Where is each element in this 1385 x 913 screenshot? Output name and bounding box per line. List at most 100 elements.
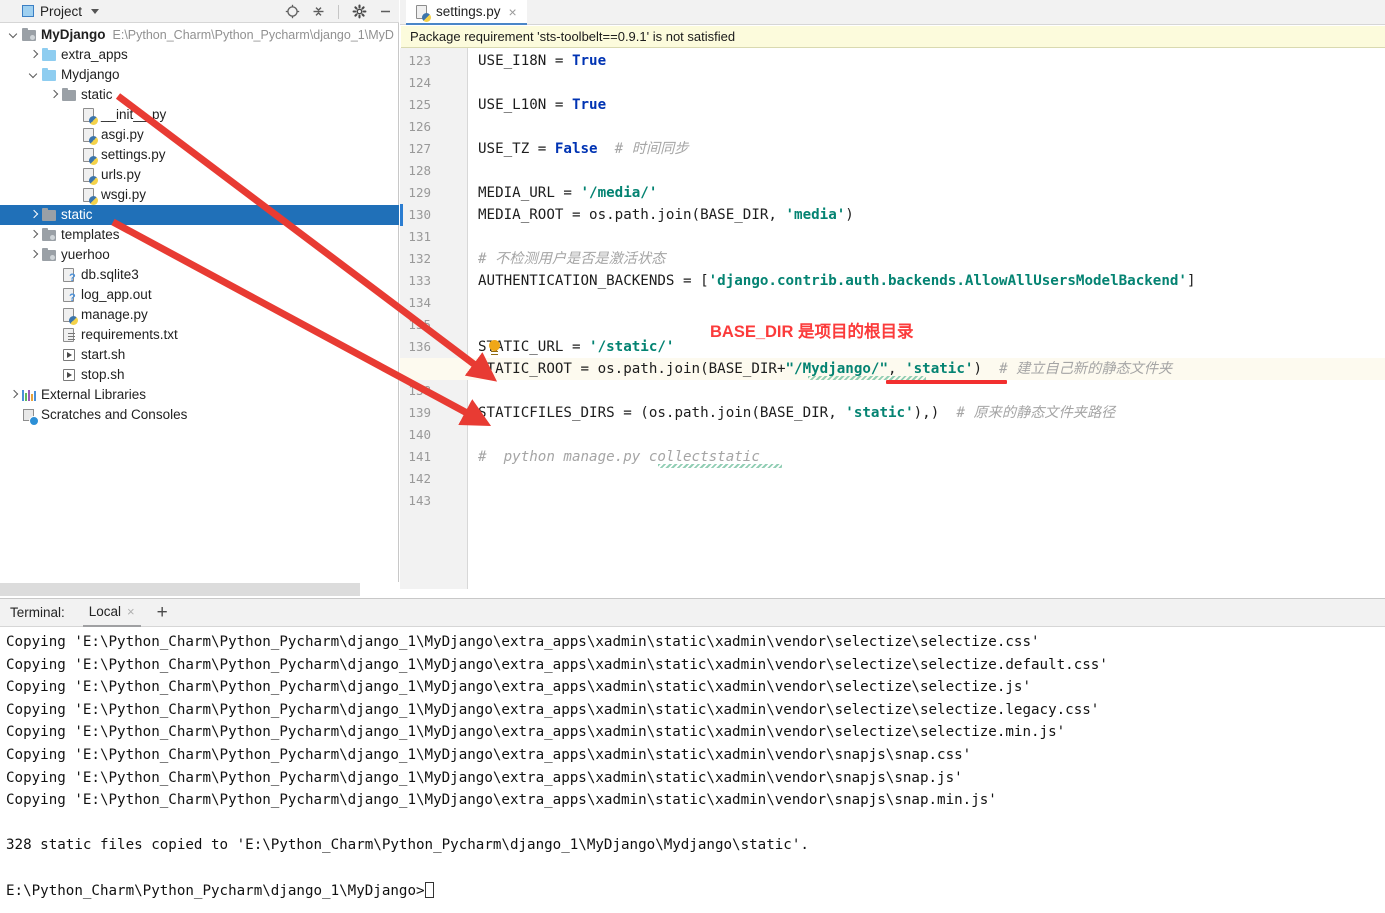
tree-item-init-py[interactable]: __init__.py — [0, 105, 399, 125]
code-line-131[interactable] — [478, 226, 1385, 248]
code-token: 时间同步 — [631, 141, 689, 157]
scrollbar-thumb[interactable] — [0, 583, 360, 596]
line-number: 128 — [408, 163, 431, 178]
tree-item-stop-sh[interactable]: stop.sh — [0, 365, 399, 385]
tree-item-start-sh[interactable]: start.sh — [0, 345, 399, 365]
close-icon[interactable]: × — [507, 5, 519, 19]
code-token: ] — [1186, 273, 1196, 289]
project-tree[interactable]: MyDjango E:\Python_Charm\Python_Pycharm\d… — [0, 23, 399, 581]
code-token: , — [888, 361, 906, 377]
tree-item-label: log_app.out — [81, 287, 152, 302]
code-token: MEDIA_URL = — [478, 185, 581, 201]
terminal-line: Copying 'E:\Python_Charm\Python_Pycharm\… — [6, 656, 1108, 673]
chevron-right-icon[interactable] — [8, 389, 21, 402]
chevron-right-icon[interactable] — [28, 49, 41, 62]
code-line-125[interactable]: USE_L10N = True — [478, 94, 1385, 116]
code-line-127[interactable]: USE_TZ = False # 时间同步 — [478, 138, 1385, 160]
terminal-output[interactable]: Copying 'E:\Python_Charm\Python_Pycharm\… — [0, 628, 1385, 913]
project-title-button[interactable]: Project — [0, 4, 100, 19]
code-folding-strip[interactable] — [468, 48, 478, 589]
terminal-tab-local[interactable]: Local × — [82, 599, 141, 627]
tree-item-log-app-out[interactable]: log_app.out — [0, 285, 399, 305]
tree-item-external-libraries[interactable]: External Libraries — [0, 385, 399, 405]
annotation-base-dir-note: BASE_DIR 是项目的根目录 — [710, 323, 914, 341]
code-line-128[interactable] — [478, 160, 1385, 182]
code-token: ) — [845, 207, 854, 223]
tree-item-db-sqlite3[interactable]: db.sqlite3 — [0, 265, 399, 285]
terminal-prompt-line[interactable]: E:\Python_Charm\Python_Pycharm\django_1\… — [6, 880, 1385, 903]
add-terminal-icon[interactable]: + — [157, 603, 168, 622]
line-number: 132 — [408, 251, 431, 266]
tab-label: settings.py — [436, 4, 501, 19]
terminal-line: Copying 'E:\Python_Charm\Python_Pycharm\… — [6, 769, 963, 786]
code-line-123[interactable]: USE_I18N = True — [478, 50, 1385, 72]
line-number: 127 — [408, 141, 431, 156]
code-line-142[interactable] — [478, 468, 1385, 490]
line-number: 126 — [408, 119, 431, 134]
chevron-down-icon[interactable] — [28, 69, 41, 82]
chevron-right-icon[interactable] — [48, 89, 61, 102]
minimize-icon[interactable] — [377, 4, 393, 20]
code-token: STATIC_ROOT = os.path.join(BASE_DIR+ — [478, 361, 786, 377]
code-line-124[interactable] — [478, 72, 1385, 94]
line-number: 125 — [408, 97, 431, 112]
tree-item-mydjango[interactable]: Mydjango — [0, 65, 399, 85]
tree-item-extra-apps[interactable]: extra_apps — [0, 45, 399, 65]
chevron-right-icon[interactable] — [28, 209, 41, 222]
project-horizontal-scrollbar[interactable] — [0, 582, 399, 597]
code-token: USE_I18N = — [478, 53, 572, 69]
tree-item-requirements-txt[interactable]: requirements.txt — [0, 325, 399, 345]
code-editor[interactable]: 123 124 125 126 127 128 129 130 131 132 133 134 135 1… — [400, 48, 1385, 597]
locate-target-icon[interactable] — [284, 4, 300, 20]
tree-item-asgi-py[interactable]: asgi.py — [0, 125, 399, 145]
code-line-133[interactable]: AUTHENTICATION_BACKENDS = ['django.contr… — [478, 270, 1385, 292]
code-line-130[interactable]: MEDIA_ROOT = os.path.join(BASE_DIR, 'med… — [478, 204, 1385, 226]
code-line-141[interactable]: # python manage.py collectstatic — [478, 446, 1385, 468]
folder-source-icon — [41, 247, 57, 263]
code-line-143[interactable] — [478, 490, 1385, 512]
terminal-line: Copying 'E:\Python_Charm\Python_Pycharm\… — [6, 634, 1040, 650]
code-line-136[interactable]: STATIC_URL = '/static/' — [478, 336, 1385, 358]
code-token: # — [999, 361, 1017, 377]
code-token: USE_L10N = — [478, 97, 572, 113]
tree-item-label: db.sqlite3 — [81, 267, 139, 282]
python-file-icon — [414, 4, 431, 22]
tree-item-label: settings.py — [101, 147, 166, 162]
code-line-139[interactable]: STATICFILES_DIRS = (os.path.join(BASE_DI… — [478, 402, 1385, 424]
collapse-all-icon[interactable] — [310, 4, 326, 20]
chevron-right-icon[interactable] — [28, 229, 41, 242]
chevron-down-icon[interactable] — [8, 29, 21, 42]
intention-bulb-icon[interactable] — [488, 340, 501, 356]
tree-item-urls-py[interactable]: urls.py — [0, 165, 399, 185]
terminal-header: Terminal: Local × + — [0, 599, 1385, 627]
line-number: 123 — [408, 53, 431, 68]
line-number: 135 — [408, 317, 431, 332]
code-line-135[interactable] — [478, 314, 1385, 336]
close-icon[interactable]: × — [127, 604, 135, 619]
code-line-132[interactable]: # 不检测用户是否是激活状态 — [478, 248, 1385, 270]
tree-item-settings-py[interactable]: settings.py — [0, 145, 399, 165]
tab-settings-py[interactable]: settings.py × — [406, 0, 527, 25]
chevron-down-icon[interactable] — [91, 8, 100, 14]
code-line-137[interactable]: STATIC_ROOT = os.path.join(BASE_DIR+"/My… — [478, 358, 1385, 380]
tree-item-manage-py[interactable]: manage.py — [0, 305, 399, 325]
tree-item-label: External Libraries — [41, 387, 147, 402]
tree-item-yuerhoo[interactable]: yuerhoo — [0, 245, 399, 265]
gear-icon[interactable] — [351, 4, 367, 20]
code-line-140[interactable] — [478, 424, 1385, 446]
line-number: 139 — [408, 405, 431, 420]
tree-item-templates[interactable]: templates — [0, 225, 399, 245]
code-line-129[interactable]: MEDIA_URL = '/media/' — [478, 182, 1385, 204]
tree-item-scratches-and-consoles[interactable]: Scratches and Consoles — [0, 405, 399, 426]
line-number: 142 — [408, 471, 431, 486]
code-line-126[interactable] — [478, 116, 1385, 138]
chevron-right-icon[interactable] — [28, 249, 41, 262]
tree-root-mydjango[interactable]: MyDjango E:\Python_Charm\Python_Pycharm\d… — [0, 25, 399, 45]
tree-item-label: static — [81, 87, 113, 102]
tree-item-static[interactable]: static — [0, 205, 399, 225]
code-line-134[interactable] — [478, 292, 1385, 314]
tree-item-static[interactable]: static — [0, 85, 399, 105]
tree-item-wsgi-py[interactable]: wsgi.py — [0, 185, 399, 205]
